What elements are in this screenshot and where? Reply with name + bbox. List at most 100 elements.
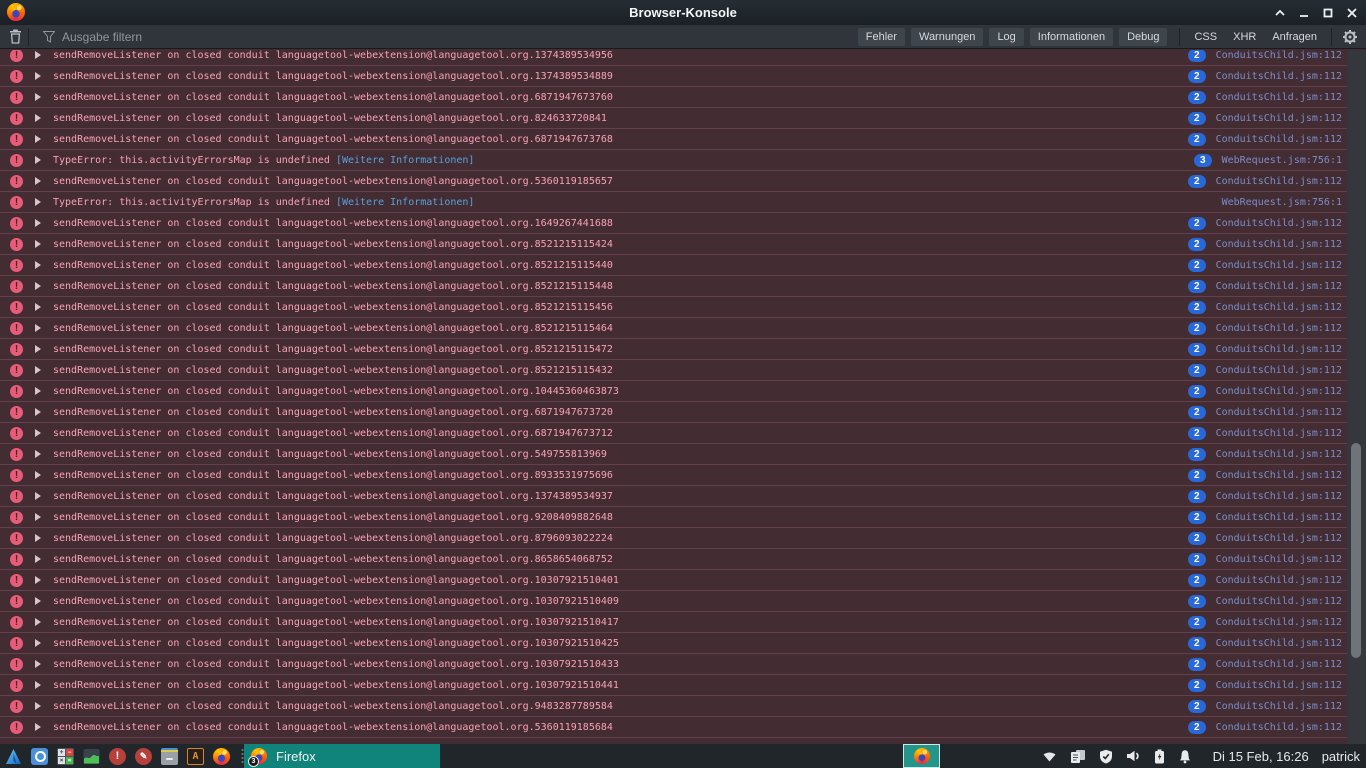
source-location-link[interactable]: ConduitsChild.jsm:112	[1216, 638, 1342, 649]
source-location-link[interactable]: ConduitsChild.jsm:112	[1216, 533, 1342, 544]
console-row[interactable]: sendRemoveListener on closed conduit lan…	[0, 234, 1347, 255]
archive-manager-icon[interactable]	[161, 747, 178, 765]
notifications-tray-icon[interactable]	[1178, 749, 1192, 764]
security-shield-tray-icon[interactable]	[1099, 749, 1113, 764]
source-location-link[interactable]: WebRequest.jsm:756:1	[1222, 197, 1342, 208]
source-location-link[interactable]: ConduitsChild.jsm:112	[1216, 680, 1342, 691]
console-row[interactable]: TypeError: this.activityErrorsMap is und…	[0, 192, 1347, 213]
expand-arrow-icon[interactable]	[35, 156, 41, 164]
firefox-task-button[interactable]: 3 Firefox	[244, 744, 440, 768]
close-button[interactable]	[1340, 0, 1364, 25]
filter-button-anfragen[interactable]: Anfragen	[1272, 31, 1317, 43]
source-location-link[interactable]: ConduitsChild.jsm:112	[1216, 134, 1342, 145]
console-row[interactable]: sendRemoveListener on closed conduit lan…	[0, 297, 1347, 318]
source-location-link[interactable]: ConduitsChild.jsm:112	[1216, 428, 1342, 439]
minimize-button[interactable]	[1292, 0, 1316, 25]
filter-button-css[interactable]: CSS	[1194, 31, 1217, 43]
console-row[interactable]: sendRemoveListener on closed conduit lan…	[0, 717, 1347, 738]
source-location-link[interactable]: ConduitsChild.jsm:112	[1216, 113, 1342, 124]
learn-more-link[interactable]: [Weitere Informationen]	[336, 155, 474, 166]
expand-arrow-icon[interactable]	[35, 597, 41, 605]
console-row[interactable]: sendRemoveListener on closed conduit lan…	[0, 549, 1347, 570]
expand-arrow-icon[interactable]	[35, 114, 41, 122]
clock[interactable]: Di 15 Feb, 16:26	[1213, 749, 1309, 764]
expand-arrow-icon[interactable]	[35, 345, 41, 353]
console-row[interactable]: sendRemoveListener on closed conduit lan…	[0, 528, 1347, 549]
console-row[interactable]: sendRemoveListener on closed conduit lan…	[0, 360, 1347, 381]
expand-arrow-icon[interactable]	[35, 702, 41, 710]
expand-arrow-icon[interactable]	[35, 450, 41, 458]
app-menu-icon[interactable]	[5, 748, 22, 765]
filter-input[interactable]: Ausgabe filtern	[43, 30, 142, 44]
calculator-icon[interactable]: + − × =	[57, 747, 74, 765]
console-row[interactable]: sendRemoveListener on closed conduit lan…	[0, 507, 1347, 528]
console-row[interactable]: sendRemoveListener on closed conduit lan…	[0, 318, 1347, 339]
source-location-link[interactable]: ConduitsChild.jsm:112	[1216, 575, 1342, 586]
source-location-link[interactable]: ConduitsChild.jsm:112	[1216, 617, 1342, 628]
expand-arrow-icon[interactable]	[35, 534, 41, 542]
alert-icon[interactable]	[109, 747, 126, 765]
expand-arrow-icon[interactable]	[35, 177, 41, 185]
source-location-link[interactable]: ConduitsChild.jsm:112	[1216, 92, 1342, 103]
expand-arrow-icon[interactable]	[35, 198, 41, 206]
firefox-launcher-icon[interactable]	[213, 747, 230, 765]
console-row[interactable]: sendRemoveListener on closed conduit lan…	[0, 339, 1347, 360]
console-row[interactable]: sendRemoveListener on closed conduit lan…	[0, 675, 1347, 696]
expand-arrow-icon[interactable]	[35, 513, 41, 521]
console-row[interactable]: sendRemoveListener on closed conduit lan…	[0, 381, 1347, 402]
filter-button-informationen[interactable]: Informationen	[1029, 27, 1114, 46]
expand-arrow-icon[interactable]	[35, 723, 41, 731]
expand-arrow-icon[interactable]	[35, 639, 41, 647]
filter-button-fehler[interactable]: Fehler	[857, 27, 905, 46]
expand-arrow-icon[interactable]	[35, 576, 41, 584]
source-location-link[interactable]: WebRequest.jsm:756:1	[1222, 155, 1342, 166]
console-row[interactable]: sendRemoveListener on closed conduit lan…	[0, 465, 1347, 486]
source-location-link[interactable]: ConduitsChild.jsm:112	[1216, 470, 1342, 481]
expand-arrow-icon[interactable]	[35, 555, 41, 563]
filter-button-warnungen[interactable]: Warnungen	[910, 27, 984, 46]
expand-arrow-icon[interactable]	[35, 93, 41, 101]
expand-arrow-icon[interactable]	[35, 492, 41, 500]
expand-arrow-icon[interactable]	[35, 387, 41, 395]
console-row[interactable]: sendRemoveListener on closed conduit lan…	[0, 444, 1347, 465]
expand-arrow-icon[interactable]	[35, 660, 41, 668]
learn-more-link[interactable]: [Weitere Informationen]	[336, 197, 474, 208]
source-location-link[interactable]: ConduitsChild.jsm:112	[1216, 176, 1342, 187]
expand-arrow-icon[interactable]	[35, 366, 41, 374]
expand-arrow-icon[interactable]	[35, 219, 41, 227]
filter-button-debug[interactable]: Debug	[1119, 27, 1168, 46]
source-location-link[interactable]: ConduitsChild.jsm:112	[1216, 407, 1342, 418]
source-location-link[interactable]: ConduitsChild.jsm:112	[1216, 596, 1342, 607]
console-row[interactable]: sendRemoveListener on closed conduit lan…	[0, 633, 1347, 654]
expand-arrow-icon[interactable]	[35, 51, 41, 59]
console-row[interactable]: sendRemoveListener on closed conduit lan…	[0, 612, 1347, 633]
expand-arrow-icon[interactable]	[35, 681, 41, 689]
source-location-link[interactable]: ConduitsChild.jsm:112	[1216, 365, 1342, 376]
expand-arrow-icon[interactable]	[35, 72, 41, 80]
console-row[interactable]: sendRemoveListener on closed conduit lan…	[0, 402, 1347, 423]
source-location-link[interactable]: ConduitsChild.jsm:112	[1216, 302, 1342, 313]
console-row[interactable]: sendRemoveListener on closed conduit lan…	[0, 213, 1347, 234]
console-row[interactable]: sendRemoveListener on closed conduit lan…	[0, 486, 1347, 507]
source-location-link[interactable]: ConduitsChild.jsm:112	[1216, 491, 1342, 502]
console-row[interactable]: sendRemoveListener on closed conduit lan…	[0, 108, 1347, 129]
expand-arrow-icon[interactable]	[35, 429, 41, 437]
expand-arrow-icon[interactable]	[35, 408, 41, 416]
expand-arrow-icon[interactable]	[35, 303, 41, 311]
scrollbar-thumb[interactable]	[1351, 443, 1361, 658]
console-row[interactable]: TypeError: this.activityErrorsMap is und…	[0, 150, 1347, 171]
console-row[interactable]: sendRemoveListener on closed conduit lan…	[0, 591, 1347, 612]
clipboard-tray-icon[interactable]	[1070, 749, 1086, 764]
shade-button[interactable]	[1268, 0, 1292, 25]
volume-tray-icon[interactable]	[1126, 749, 1141, 763]
source-location-link[interactable]: ConduitsChild.jsm:112	[1216, 71, 1342, 82]
source-location-link[interactable]: ConduitsChild.jsm:112	[1216, 323, 1342, 334]
console-row[interactable]: sendRemoveListener on closed conduit lan…	[0, 66, 1347, 87]
network-tray-icon[interactable]	[1042, 749, 1057, 763]
battery-tray-icon[interactable]	[1154, 749, 1165, 764]
source-location-link[interactable]: ConduitsChild.jsm:112	[1216, 554, 1342, 565]
console-row[interactable]: sendRemoveListener on closed conduit lan…	[0, 50, 1347, 66]
console-row[interactable]: sendRemoveListener on closed conduit lan…	[0, 171, 1347, 192]
expand-arrow-icon[interactable]	[35, 135, 41, 143]
username[interactable]: patrick	[1322, 749, 1360, 764]
